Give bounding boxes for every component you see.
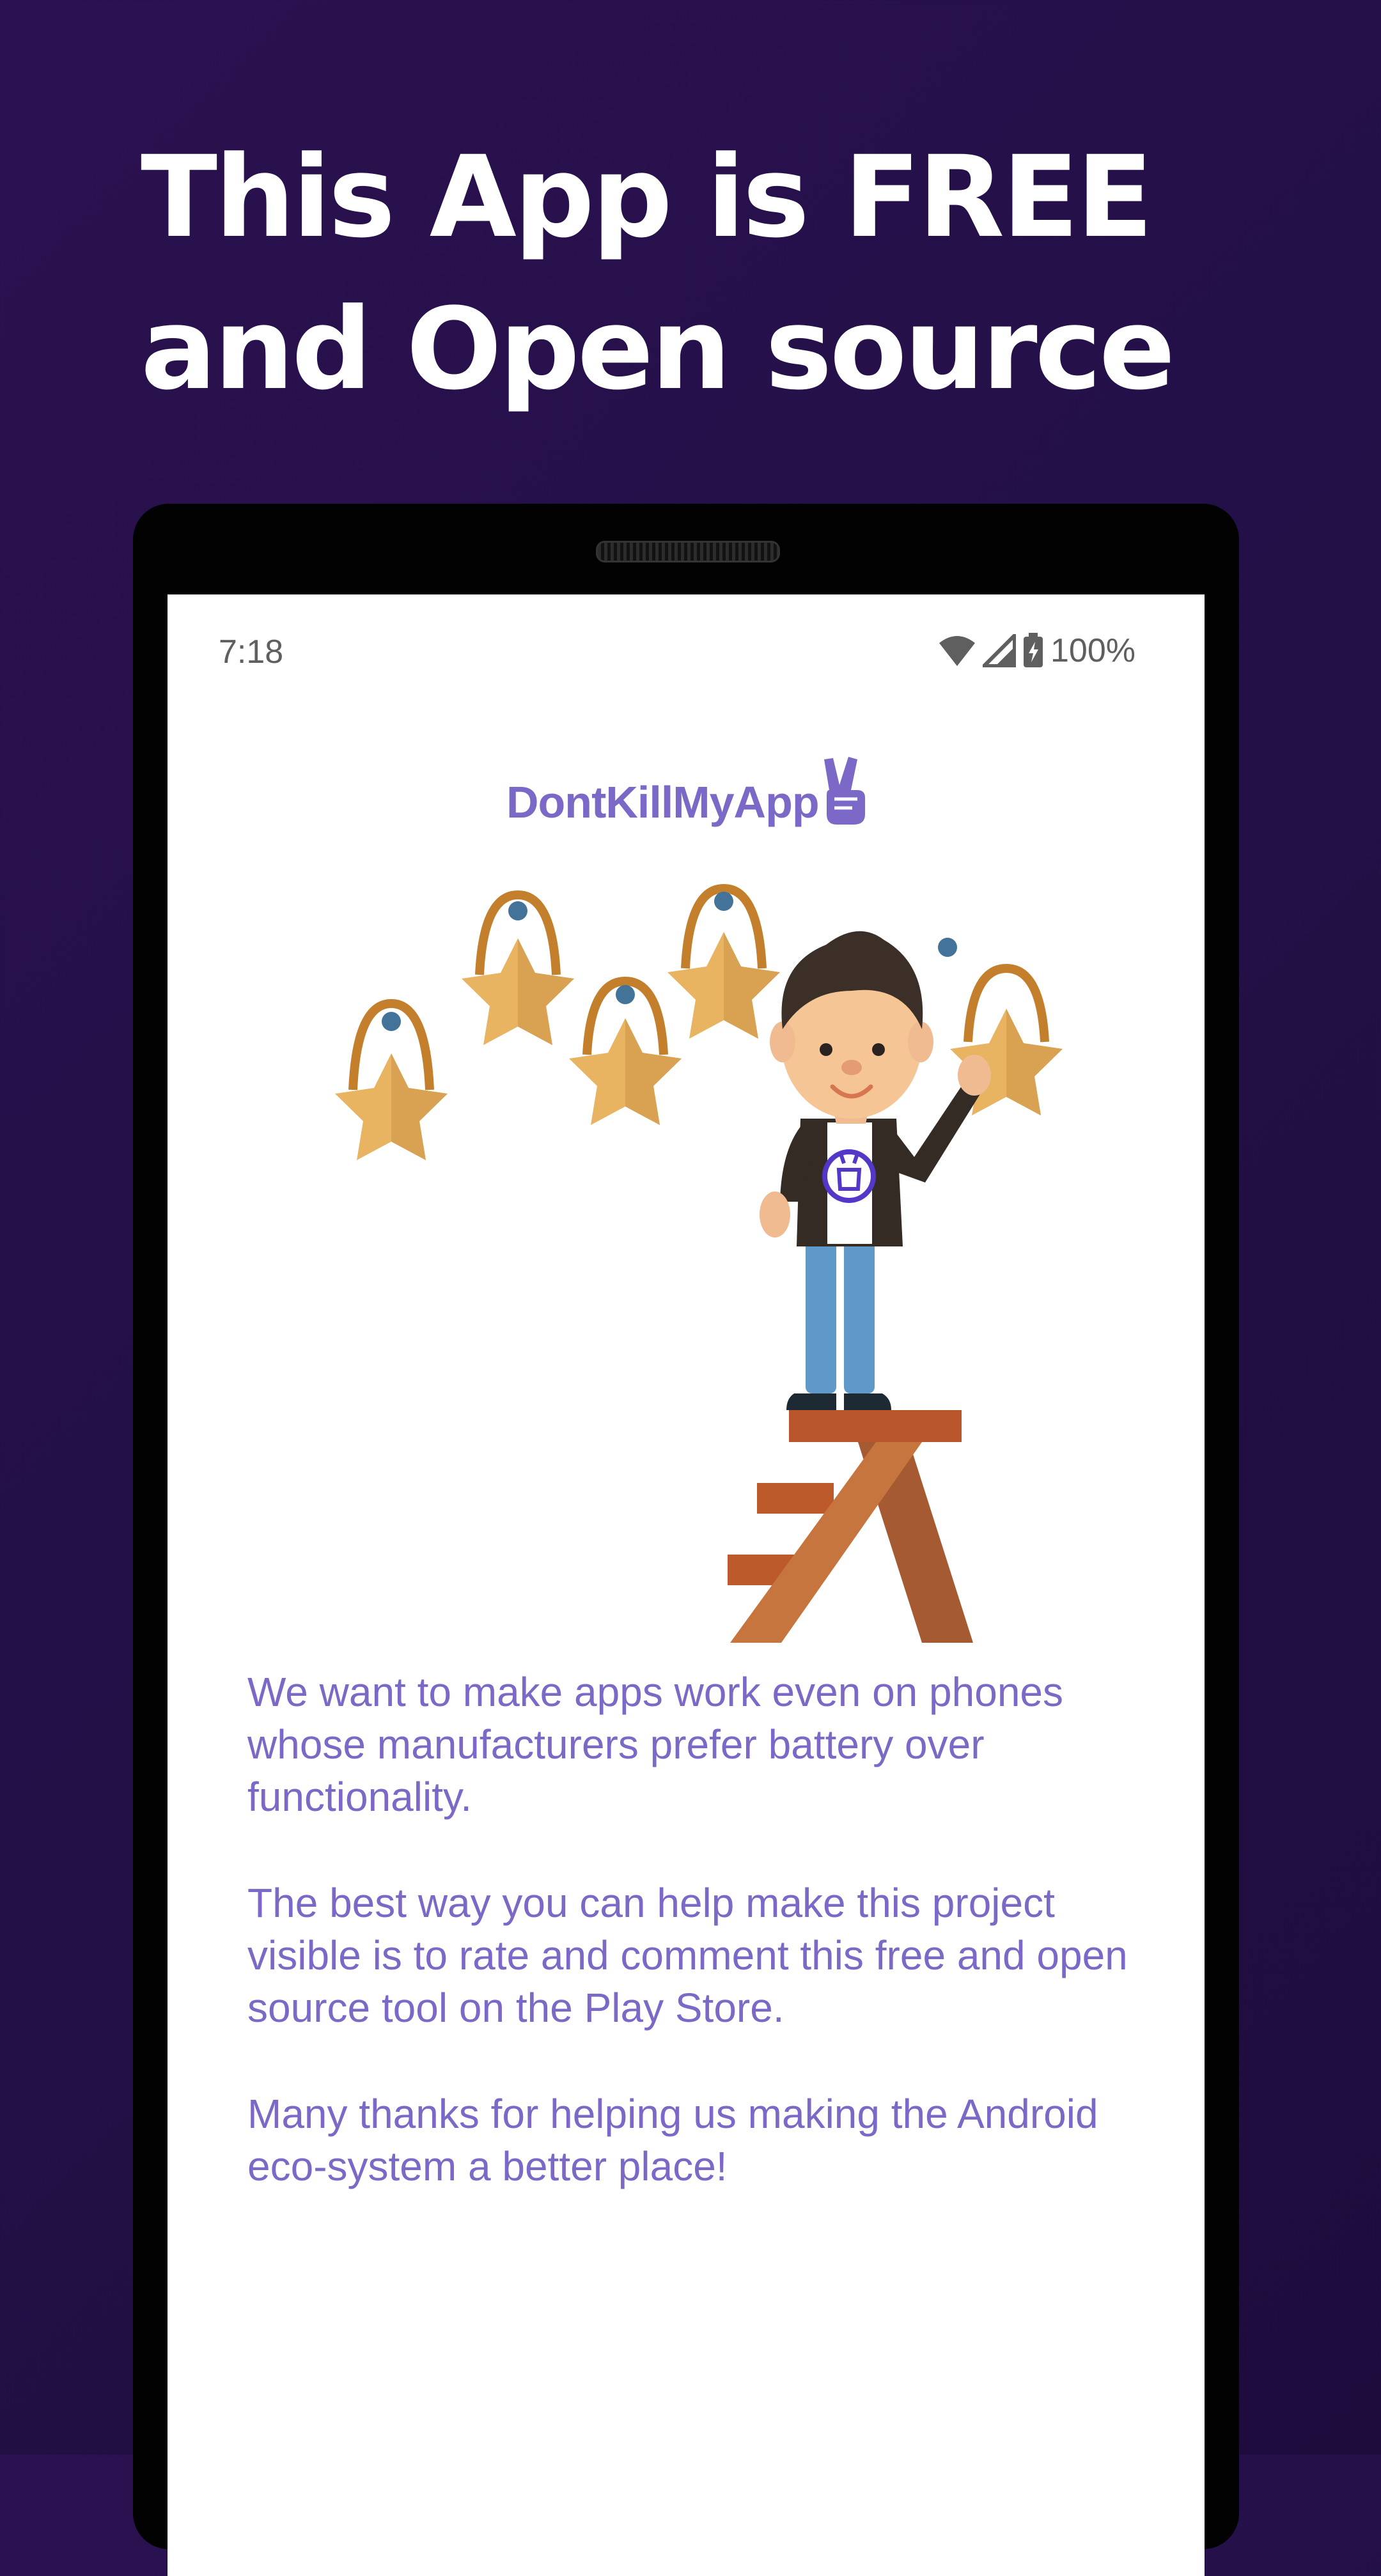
star-3 — [569, 976, 682, 1125]
phone-speaker — [596, 541, 780, 563]
phone-frame: 7:18 100% DontKillMyApp We want to make … — [133, 504, 1239, 2576]
star-2 — [462, 890, 574, 1045]
description-text: We want to make apps work even on phones… — [247, 1666, 1155, 2246]
person-figure — [760, 931, 991, 1410]
star-4 — [667, 883, 780, 1039]
page-headline: This App is FREE and Open source — [141, 132, 1175, 415]
ladder-stars-illustration — [335, 883, 1063, 1643]
star-1 — [335, 998, 448, 1160]
description-paragraph-2: The best way you can help make this proj… — [247, 1880, 1128, 2031]
description-paragraph-3: Many thanks for helping us making the An… — [247, 2091, 1098, 2189]
app-screen: 7:18 100% DontKillMyApp We want to make … — [168, 594, 1205, 2576]
ladder — [728, 1410, 973, 1643]
description-paragraph-1: We want to make apps work even on phones… — [247, 1669, 1063, 1820]
star-5 — [938, 938, 1063, 1115]
